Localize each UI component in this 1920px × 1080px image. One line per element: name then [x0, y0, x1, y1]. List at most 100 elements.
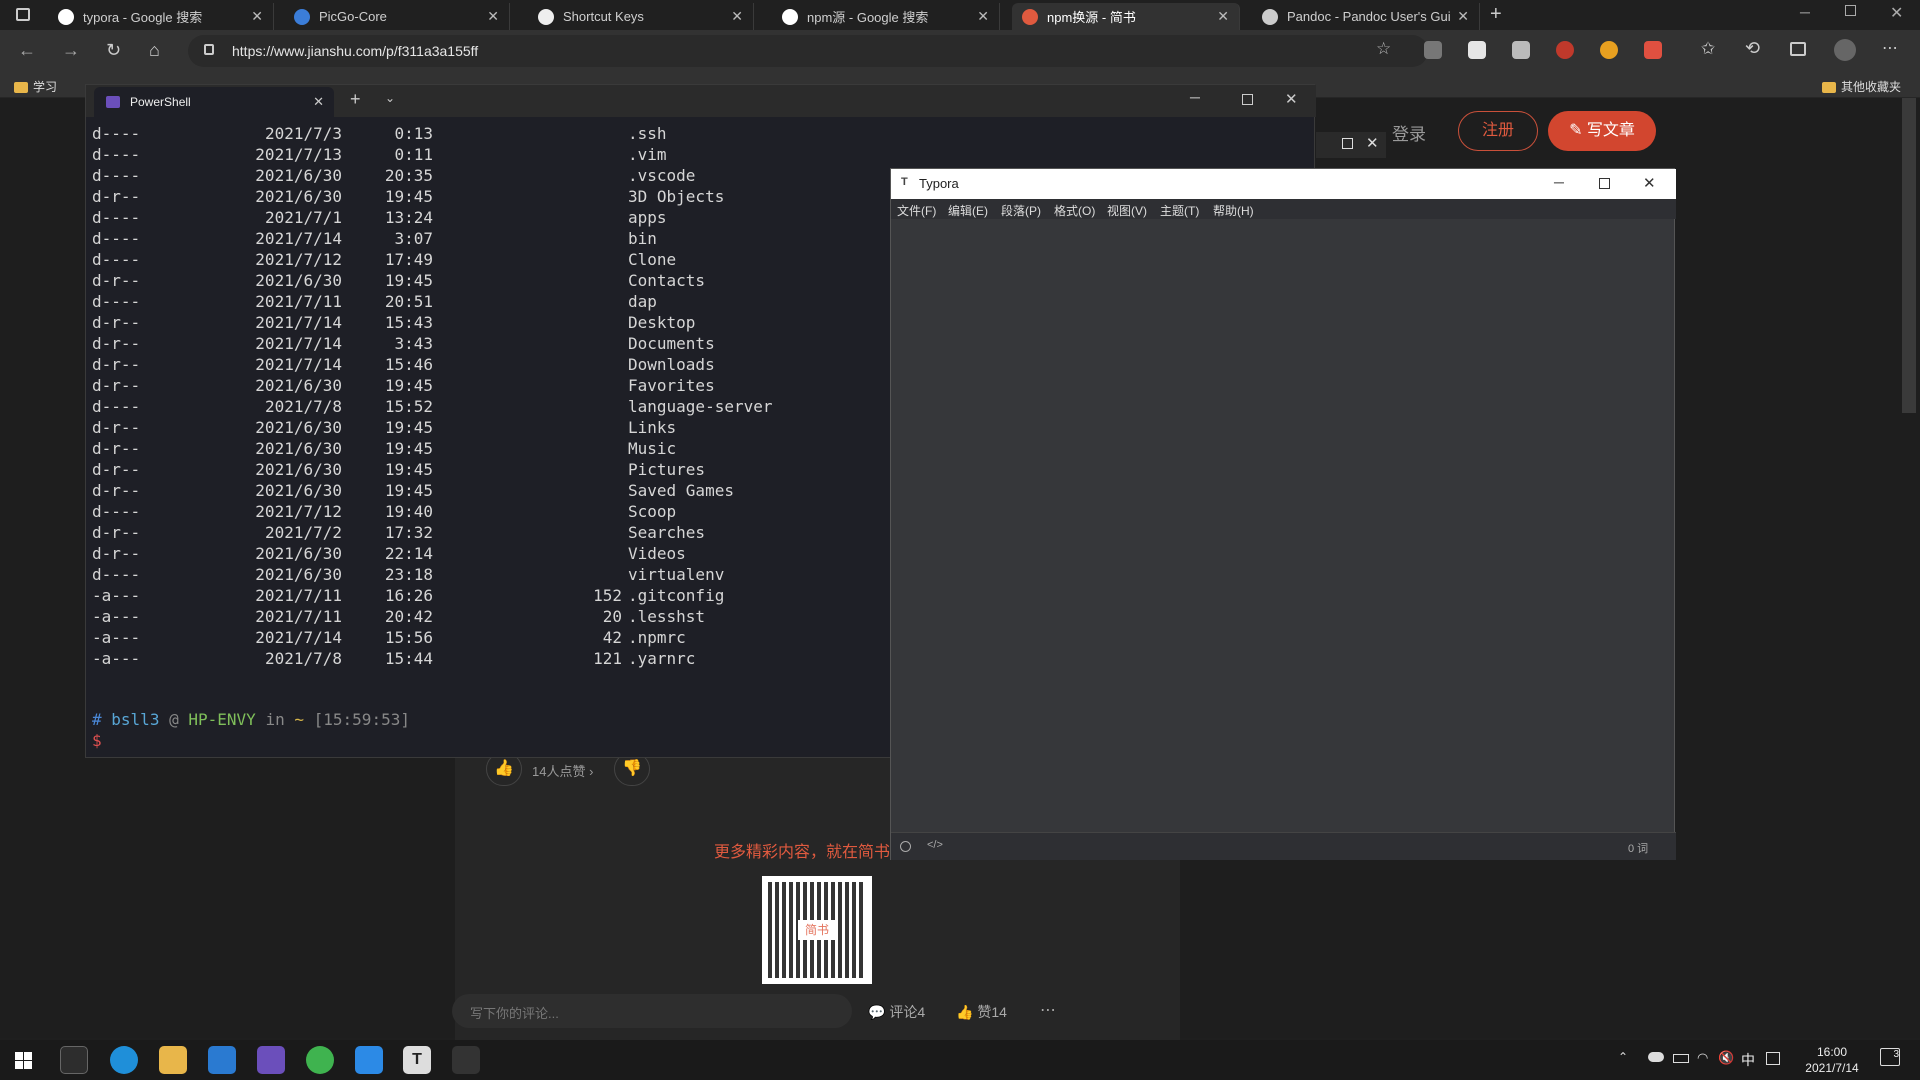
cell-date: 2021/7/11 — [255, 586, 342, 605]
terminal-tab[interactable]: PowerShell ✕ — [94, 87, 334, 117]
typora-window[interactable]: T Typora ─ ✕ 文件(F) 编辑(E) 段落(P) 格式(O) 视图(V) 主题… — [890, 168, 1676, 860]
browser-tab[interactable]: PicGo-Core ✕ — [284, 3, 510, 30]
tab-actions-icon[interactable] — [16, 8, 30, 21]
close-tab-icon[interactable]: ✕ — [977, 8, 989, 25]
close-tab-icon[interactable]: ✕ — [251, 8, 263, 25]
menu-item[interactable]: 帮助(H) — [1213, 202, 1254, 219]
more-actions-icon[interactable]: ⋯ — [1040, 1000, 1056, 1020]
vscode-taskbar-icon[interactable] — [208, 1046, 236, 1074]
browser-tab[interactable]: Pandoc - Pandoc User's Guide ✕ — [1252, 3, 1480, 30]
collections-icon[interactable] — [1790, 42, 1806, 56]
extension-icon[interactable] — [1512, 41, 1530, 59]
browser-tab[interactable]: npm换源 - 简书 ✕ — [1012, 3, 1240, 30]
extension-icon[interactable] — [1644, 41, 1662, 59]
cell-time: 15:52 — [384, 397, 433, 416]
tray-chevron-icon[interactable]: ⌃ — [1618, 1050, 1628, 1064]
close-tab-icon[interactable]: ✕ — [313, 94, 324, 110]
wechat-taskbar-icon[interactable] — [306, 1046, 334, 1074]
page-icon — [1262, 8, 1278, 25]
editor-area[interactable] — [891, 219, 1674, 831]
extension-icon[interactable] — [1600, 41, 1618, 59]
maximize-icon[interactable] — [1242, 94, 1253, 105]
app-taskbar-icon[interactable] — [355, 1046, 383, 1074]
ime-indicator[interactable]: 中 — [1741, 1050, 1755, 1070]
chevron-down-icon[interactable]: ⌄ — [385, 91, 395, 105]
favorite-folder-study[interactable]: 学习 — [14, 78, 57, 95]
lock-icon[interactable] — [204, 44, 214, 55]
cell-name: bin — [628, 229, 657, 248]
visual-studio-taskbar-icon[interactable] — [257, 1046, 285, 1074]
browser-tab[interactable]: typora - Google 搜索 ✕ — [48, 3, 274, 30]
like-count-button[interactable]: 👍 赞14 — [956, 1002, 1007, 1022]
explorer-taskbar-icon[interactable] — [159, 1046, 187, 1074]
maximize-icon[interactable] — [1599, 178, 1610, 189]
refresh-icon[interactable]: ↻ — [106, 40, 121, 61]
window-restore-button[interactable] — [1845, 5, 1856, 16]
minimize-icon[interactable]: ─ — [1554, 174, 1564, 190]
cell-date: 2021/7/1 — [264, 208, 342, 227]
start-icon[interactable] — [15, 1052, 32, 1069]
battery-icon[interactable] — [1673, 1054, 1689, 1063]
close-tab-icon[interactable]: ✕ — [1457, 8, 1469, 25]
notification-icon[interactable]: 3 — [1880, 1048, 1900, 1066]
menu-item[interactable]: 视图(V) — [1107, 202, 1147, 219]
typora-taskbar-icon[interactable]: T — [403, 1046, 431, 1074]
home-icon[interactable]: ⌂ — [149, 40, 160, 61]
new-tab-button[interactable]: + — [1490, 3, 1502, 26]
menu-item[interactable]: 编辑(E) — [948, 202, 988, 219]
window-close-button[interactable]: ✕ — [1890, 3, 1903, 23]
like-count-link[interactable]: 14人点赞 › — [532, 761, 593, 780]
sidebar-toggle-icon[interactable] — [900, 841, 911, 852]
menu-item[interactable]: 格式(O) — [1054, 202, 1095, 219]
extension-icon[interactable] — [1424, 41, 1442, 59]
history-icon[interactable]: ⟲ — [1745, 38, 1760, 59]
menu-item[interactable]: 段落(P) — [1001, 202, 1041, 219]
extension-icon[interactable] — [1468, 41, 1486, 59]
browser-tab[interactable]: npm源 - Google 搜索 ✕ — [772, 3, 1000, 30]
close-icon[interactable]: ✕ — [1366, 134, 1379, 152]
login-link[interactable]: 登录 — [1392, 120, 1426, 145]
favorite-star-icon[interactable]: ☆ — [1376, 39, 1391, 59]
close-tab-icon[interactable]: ✕ — [1217, 8, 1229, 25]
favorite-folder-other[interactable]: 其他收藏夹 — [1822, 78, 1901, 95]
register-button[interactable]: 注册 — [1458, 111, 1538, 151]
more-icon[interactable]: ⋯ — [1882, 38, 1898, 58]
terminal-taskbar-icon[interactable] — [60, 1046, 88, 1074]
onedrive-icon[interactable] — [1648, 1052, 1664, 1062]
avatar[interactable] — [1834, 39, 1856, 61]
favorites-icon[interactable]: ✩ — [1701, 39, 1715, 59]
cell-date: 2021/7/12 — [255, 250, 342, 269]
forward-icon[interactable]: → — [62, 40, 80, 61]
close-icon[interactable]: ✕ — [1643, 174, 1656, 192]
wifi-icon[interactable]: ◠ — [1697, 1050, 1708, 1066]
close-tab-icon[interactable]: ✕ — [487, 8, 499, 25]
write-article-button[interactable]: ✎ 写文章 — [1548, 111, 1656, 151]
source-code-icon[interactable]: </> — [927, 839, 943, 851]
back-icon[interactable]: ← — [18, 40, 36, 61]
url-text[interactable]: https://www.jianshu.com/p/f311a3a155ff — [232, 43, 478, 59]
cell-time: 20:51 — [384, 292, 433, 311]
edge-taskbar-icon[interactable] — [110, 1046, 138, 1074]
maximize-icon[interactable] — [1342, 138, 1353, 149]
comment-count-button[interactable]: 💬 评论4 — [868, 1002, 925, 1022]
cell-name: .vscode — [628, 166, 696, 185]
browser-tab[interactable]: Shortcut Keys ✕ — [528, 3, 754, 30]
close-icon[interactable]: ✕ — [1285, 90, 1298, 108]
picgo-taskbar-icon[interactable] — [452, 1046, 480, 1074]
tab-title: Shortcut Keys — [563, 9, 644, 24]
menu-item[interactable]: 文件(F) — [897, 202, 936, 219]
input-mode-icon[interactable] — [1766, 1052, 1780, 1065]
cell-time: 22:14 — [384, 544, 433, 563]
cell-date: 2021/7/8 — [264, 397, 342, 416]
minimize-icon[interactable]: ─ — [1190, 89, 1200, 105]
menu-item[interactable]: 主题(T) — [1160, 202, 1199, 219]
close-tab-icon[interactable]: ✕ — [731, 8, 743, 25]
cell-mode: d---- — [92, 166, 141, 185]
volume-muted-icon[interactable]: 🔇 — [1718, 1050, 1734, 1066]
typora-title: Typora — [919, 176, 959, 191]
adblock-icon[interactable] — [1556, 41, 1574, 59]
scrollbar[interactable] — [1902, 98, 1916, 413]
window-minimize-button[interactable]: ─ — [1800, 4, 1810, 20]
new-tab-icon[interactable]: + — [350, 89, 361, 110]
clock[interactable]: 16:00 2021/7/14 — [1792, 1044, 1872, 1076]
